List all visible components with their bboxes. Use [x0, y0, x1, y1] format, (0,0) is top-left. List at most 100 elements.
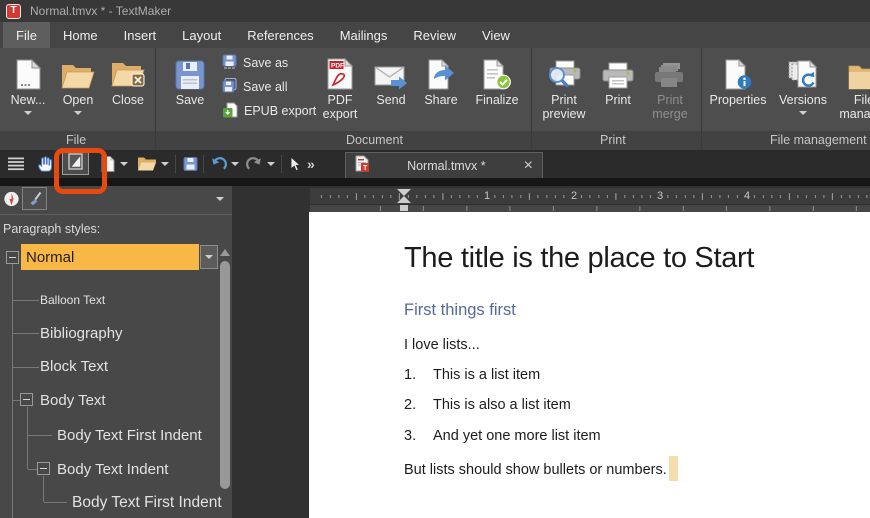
- group-label-document: Document: [346, 133, 403, 147]
- epub-export-button[interactable]: EPUB export: [222, 102, 316, 120]
- new-dropdown-caret-icon[interactable]: [120, 162, 128, 166]
- doc-list-item: 1. This is a list item: [404, 367, 541, 383]
- save-floppy-icon: [175, 53, 205, 90]
- finalize-button[interactable]: Finalize: [468, 53, 526, 108]
- save-all-button[interactable]: Save all: [222, 78, 287, 96]
- indent-square-handle[interactable]: [400, 205, 408, 211]
- print-preview-icon: [547, 53, 581, 90]
- scrollbar-up-icon[interactable]: [220, 249, 230, 256]
- format-brush-button[interactable]: [22, 187, 47, 210]
- tree-line: [28, 469, 37, 470]
- open-folder-icon: [61, 53, 95, 90]
- print-preview-button[interactable]: Print preview: [536, 53, 592, 121]
- ruler-number: 3: [653, 190, 667, 202]
- ruler-tab-strip: [310, 204, 870, 212]
- toolbar-separator: [175, 155, 176, 173]
- undo-dropdown-caret-icon[interactable]: [231, 162, 239, 166]
- send-button[interactable]: Send: [369, 53, 413, 108]
- save-button[interactable]: Save: [165, 53, 215, 108]
- tree-line: [13, 400, 20, 401]
- tree-line: [12, 264, 13, 518]
- style-item-balloon-text[interactable]: Balloon Text: [40, 293, 105, 307]
- share-icon: [428, 53, 455, 90]
- sidebar-scrollbar[interactable]: [220, 261, 230, 489]
- close-folder-icon: [111, 53, 145, 90]
- style-item-body-text-first-indent-2[interactable]: Body Text First Indent: [72, 494, 222, 512]
- style-item-normal-selected[interactable]: Normal: [21, 244, 199, 270]
- new-document-icon[interactable]: [101, 156, 115, 173]
- tree-expander[interactable]: [37, 462, 50, 475]
- dropdown-caret-icon: [24, 110, 32, 115]
- app-logo-icon: T: [6, 3, 21, 19]
- svg-text:T: T: [363, 165, 368, 172]
- save-as-icon: [222, 54, 237, 72]
- document-tab[interactable]: T Normal.tmvx * ×: [345, 152, 543, 178]
- style-item-body-text[interactable]: Body Text: [40, 392, 106, 409]
- file-manager-button[interactable]: File manager: [836, 53, 870, 121]
- tree-line: [44, 502, 67, 503]
- style-item-body-text-indent[interactable]: Body Text Indent: [57, 461, 168, 478]
- tree-expander[interactable]: [20, 393, 33, 406]
- close-icon[interactable]: ×: [524, 157, 533, 174]
- new-button[interactable]: New...: [6, 53, 50, 115]
- textmaker-window: T Normal.tmvx * - TextMaker File Home In…: [0, 0, 870, 518]
- tab-mailings[interactable]: Mailings: [327, 22, 401, 48]
- tab-file[interactable]: File: [3, 22, 50, 48]
- document-page[interactable]: The title is the place to Start First th…: [309, 212, 870, 518]
- first-line-indent-marker[interactable]: [397, 189, 411, 196]
- sidebar-panel-icon: [68, 152, 83, 175]
- open-dropdown-caret-icon[interactable]: [161, 162, 169, 166]
- group-label-file: File: [66, 133, 87, 147]
- ruler-number: 1: [480, 190, 494, 202]
- tab-insert[interactable]: Insert: [111, 22, 170, 48]
- tab-references[interactable]: References: [234, 22, 326, 48]
- versions-button[interactable]: Versions: [776, 53, 830, 115]
- group-separator: [701, 48, 702, 150]
- properties-icon: [725, 53, 752, 90]
- doc-list-item: 2. This is also a list item: [404, 397, 571, 413]
- print-button[interactable]: Print: [598, 53, 638, 108]
- left-indent-marker[interactable]: [397, 196, 411, 203]
- close-button[interactable]: Close: [104, 53, 152, 108]
- navigation-compass-icon[interactable]: [3, 190, 20, 208]
- redo-dropdown-caret-icon[interactable]: [267, 162, 275, 166]
- touch-mode-hand-icon[interactable]: [36, 156, 53, 173]
- save-as-button[interactable]: Save as: [222, 54, 288, 72]
- print-merge-icon: [654, 53, 686, 90]
- group-label-print: Print: [600, 133, 626, 147]
- properties-button[interactable]: Properties: [707, 53, 769, 108]
- style-item-block-text[interactable]: Block Text: [40, 358, 108, 375]
- quick-toolbar: » T Normal.tmvx * ×: [0, 150, 870, 178]
- doc-paragraph: I love lists...: [404, 337, 480, 353]
- open-button[interactable]: Open: [56, 53, 100, 115]
- toolbar-overflow-icon[interactable]: »: [307, 157, 315, 171]
- horizontal-ruler[interactable]: 1 2 3 4: [310, 188, 870, 212]
- ruler-number: 4: [740, 190, 754, 202]
- tab-review[interactable]: Review: [400, 22, 469, 48]
- toolbar-separator: [203, 155, 204, 173]
- panel-chevron-down-icon[interactable]: [216, 197, 224, 201]
- finalize-icon: [483, 53, 511, 90]
- sidebar-toggle-button[interactable]: [62, 152, 89, 175]
- redo-icon[interactable]: [246, 157, 263, 172]
- ruler-ticks: [310, 188, 870, 204]
- print-merge-button[interactable]: Print merge: [643, 53, 697, 121]
- object-pointer-icon[interactable]: [289, 156, 301, 172]
- save-floppy-icon[interactable]: [183, 157, 198, 172]
- style-dropdown-button[interactable]: [200, 245, 218, 269]
- undo-icon[interactable]: [210, 157, 227, 172]
- tree-expander[interactable]: [6, 251, 19, 264]
- sidebar-list-icon[interactable]: [8, 157, 24, 171]
- style-item-body-text-first-indent[interactable]: Body Text First Indent: [57, 427, 202, 444]
- tab-layout[interactable]: Layout: [169, 22, 234, 48]
- pdf-export-button[interactable]: PDF PDF export: [314, 53, 366, 121]
- tab-home[interactable]: Home: [50, 22, 111, 48]
- share-button[interactable]: Share: [418, 53, 464, 108]
- tree-line: [13, 333, 39, 334]
- doc-paragraph: But lists should show bullets or numbers…: [404, 456, 678, 481]
- text-cursor-highlight: [668, 456, 678, 481]
- style-item-bibliography[interactable]: Bibliography: [40, 325, 123, 342]
- open-folder-icon[interactable]: [137, 157, 157, 172]
- toolbar-divider: [0, 178, 870, 186]
- tab-view[interactable]: View: [469, 22, 523, 48]
